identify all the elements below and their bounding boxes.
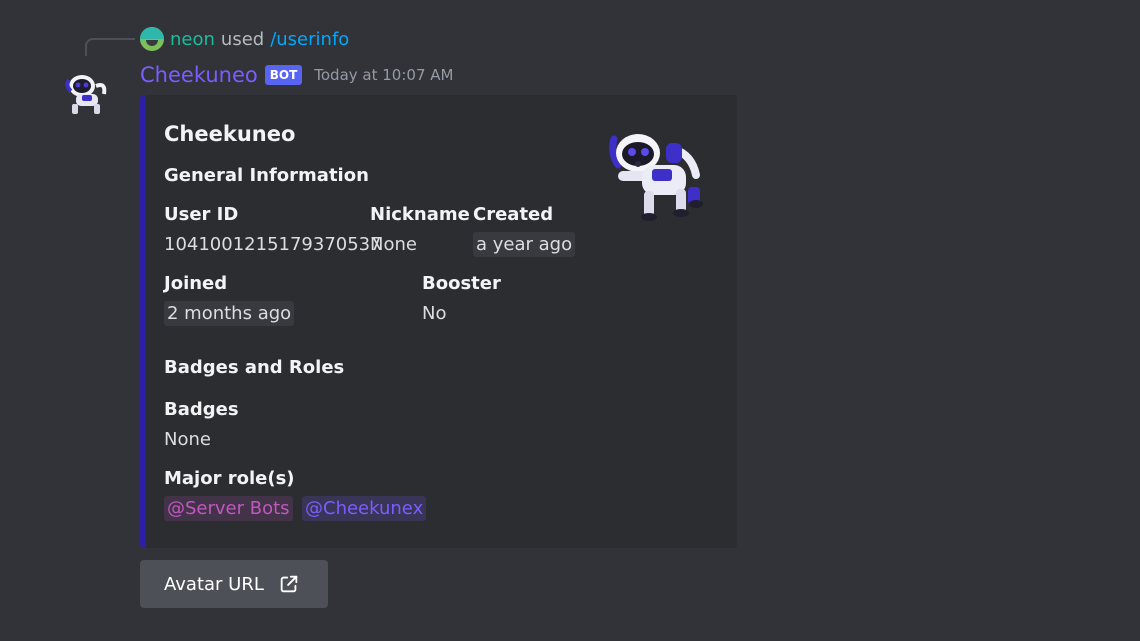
field-joined-value[interactable]: 2 months ago [164, 301, 295, 326]
reply-used-text: used [220, 28, 265, 50]
field-booster-label: Booster [422, 273, 501, 294]
field-joined-label: Joined [164, 273, 228, 294]
field-user-id-value: 1041001215179370537 [164, 234, 382, 255]
author-name[interactable]: Cheekuneo [140, 63, 258, 87]
field-badges-label: Badges [164, 399, 239, 420]
field-roles-label: Major role(s) [164, 468, 295, 489]
reply-connector [85, 38, 135, 56]
reply-command[interactable]: /userinfo [270, 29, 349, 50]
role-mention-server-bots[interactable]: @Server Bots [164, 496, 293, 521]
embed-thumbnail-avatar[interactable] [608, 129, 708, 229]
badges-and-roles-heading: Badges and Roles [164, 357, 345, 378]
reply-context: neon used /userinfo [140, 27, 349, 51]
field-nickname-value: None [370, 234, 417, 255]
message-header: Cheekuneo BOT Today at 10:07 AM [140, 60, 453, 90]
avatar-url-button[interactable]: Avatar URL [140, 560, 328, 608]
field-created-value[interactable]: a year ago [473, 232, 576, 257]
field-booster-value: No [422, 303, 447, 324]
role-mention-cheekunex[interactable]: @Cheekunex [302, 496, 427, 521]
field-badges-value: None [164, 429, 211, 450]
avatar-url-button-label: Avatar URL [164, 573, 264, 595]
bot-avatar[interactable] [60, 64, 112, 116]
bot-tag: BOT [264, 65, 303, 85]
embed-title: Cheekuneo [164, 122, 296, 146]
reply-user-avatar[interactable] [140, 27, 164, 51]
field-created-label: Created [473, 204, 554, 225]
field-nickname-label: Nickname [370, 204, 470, 225]
user-info-embed: Cheekuneo General Information User ID 10… [140, 95, 737, 548]
reply-username[interactable]: neon [170, 29, 215, 50]
field-user-id-label: User ID [164, 204, 239, 225]
general-information-heading: General Information [164, 165, 369, 186]
external-link-icon [280, 575, 298, 593]
message-timestamp[interactable]: Today at 10:07 AM [314, 66, 453, 84]
